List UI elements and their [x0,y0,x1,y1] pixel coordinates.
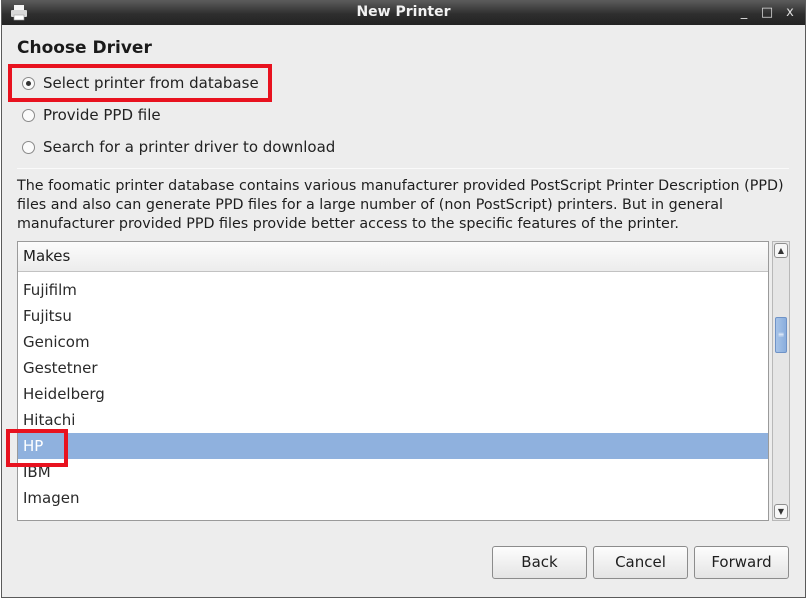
option-select-from-database[interactable]: Select printer from database [22,72,259,94]
scrollbar-thumb[interactable]: ≡ [775,317,787,353]
list-item[interactable]: IBM [18,459,768,485]
option-label: Select printer from database [43,74,259,92]
list-item[interactable]: Heidelberg [18,381,768,407]
title-bar[interactable]: New Printer _ □ x [2,1,805,25]
forward-button[interactable]: Forward [694,546,789,579]
list-item[interactable]: Gestetner [18,355,768,381]
list-item[interactable]: Imagen [18,485,768,511]
list-item[interactable]: Hitachi [18,407,768,433]
radio-button[interactable] [22,140,35,154]
list-item-selected[interactable]: HP [18,433,768,459]
radio-button[interactable] [22,108,35,122]
page-title: Choose Driver [17,38,152,58]
list-item[interactable]: Genicom [18,329,768,355]
makes-list-body: Fujifilm Fujitsu Genicom Gestetner Heide… [18,272,768,520]
makes-list-scrollbar[interactable]: ▲ ≡ ▼ [772,241,790,521]
option-search-driver-download[interactable]: Search for a printer driver to download [22,136,335,158]
chevron-down-icon[interactable]: ▼ [774,504,788,519]
close-button[interactable]: x [782,5,798,21]
radio-button-checked[interactable] [22,76,35,90]
chevron-up-icon[interactable]: ▲ [774,243,788,258]
maximize-button[interactable]: □ [759,5,775,21]
list-item[interactable]: Fujifilm [18,277,768,303]
window-title: New Printer [356,4,451,20]
description-text: The foomatic printer database contains v… [17,178,784,232]
option-label: Search for a printer driver to download [43,138,336,156]
makes-list[interactable]: Makes Fujifilm Fujitsu Genicom Gestetner… [17,241,769,521]
option-label: Provide PPD file [43,106,161,124]
option-provide-ppd-file[interactable]: Provide PPD file [22,104,161,126]
cancel-button[interactable]: Cancel [593,546,688,579]
new-printer-dialog: New Printer _ □ x Choose Driver Select p… [1,0,806,598]
back-button[interactable]: Back [492,546,587,579]
list-item[interactable]: Fujitsu [18,303,768,329]
minimize-button[interactable]: _ [736,5,752,21]
makes-column-header[interactable]: Makes [18,242,768,272]
separator [17,168,789,169]
